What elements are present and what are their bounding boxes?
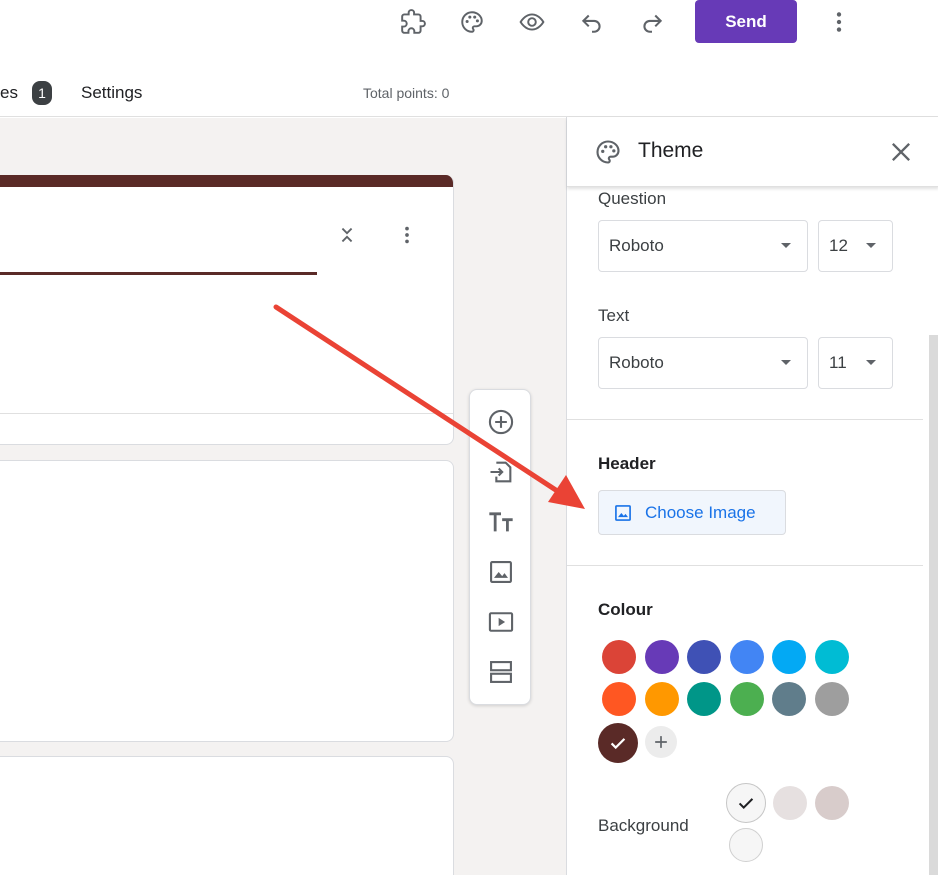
- text-size-select[interactable]: 11: [818, 337, 893, 389]
- redo-icon[interactable]: [636, 6, 668, 38]
- question-font-label: Question: [598, 189, 667, 208]
- undo-icon[interactable]: [576, 6, 608, 38]
- question-font-select[interactable]: Roboto: [598, 220, 808, 272]
- send-button[interactable]: Send: [695, 0, 797, 43]
- colour-section-title: Colour: [598, 600, 653, 619]
- section-divider: [567, 565, 923, 566]
- chevron-down-icon: [781, 360, 791, 365]
- question-card[interactable]: [0, 756, 454, 875]
- total-points-label: Total points: 0: [363, 85, 450, 101]
- background-swatch[interactable]: [773, 786, 807, 820]
- check-icon: [738, 798, 754, 810]
- top-bar: Send es 1 Settings Total points: 0: [0, 0, 938, 117]
- addons-puzzle-icon[interactable]: [397, 6, 429, 38]
- background-swatch[interactable]: [729, 828, 763, 862]
- floating-toolbar: [469, 389, 531, 705]
- responses-count-badge: 1: [32, 81, 52, 105]
- select-value: 12: [829, 236, 848, 255]
- background-swatch-selected[interactable]: [726, 783, 766, 823]
- more-options-icon[interactable]: [823, 6, 855, 38]
- question-size-select[interactable]: 12: [818, 220, 893, 272]
- collapse-icon[interactable]: [333, 221, 361, 249]
- header-section-title: Header: [598, 454, 656, 473]
- tab-settings[interactable]: Settings: [81, 83, 142, 103]
- panel-title: Theme: [638, 139, 704, 162]
- theme-panel-header: Theme: [567, 117, 938, 187]
- image-icon: [615, 505, 631, 521]
- select-value: Roboto: [609, 353, 664, 372]
- colour-swatch-selected[interactable]: [598, 723, 638, 763]
- add-title-icon[interactable]: [484, 505, 518, 539]
- form-canvas: [0, 118, 566, 875]
- title-input-underline: [0, 272, 317, 275]
- choose-image-button[interactable]: Choose Image: [598, 490, 786, 535]
- colour-swatch[interactable]: [729, 682, 764, 716]
- colour-swatch[interactable]: [772, 682, 806, 716]
- text-font-label: Text: [598, 306, 630, 325]
- plus-icon: [655, 736, 667, 748]
- panel-scrollbar[interactable]: [929, 335, 938, 875]
- question-card[interactable]: [0, 460, 454, 742]
- colour-swatch[interactable]: [687, 682, 721, 716]
- choose-image-label: Choose Image: [645, 502, 756, 522]
- colour-swatch[interactable]: [602, 682, 636, 716]
- check-icon: [610, 738, 626, 750]
- palette-icon: [594, 138, 622, 166]
- colour-swatch[interactable]: [729, 640, 764, 674]
- preview-eye-icon[interactable]: [516, 6, 548, 38]
- form-title-card[interactable]: [0, 175, 454, 445]
- card-theme-header-bar: [0, 175, 453, 187]
- import-questions-icon[interactable]: [484, 455, 518, 489]
- colour-swatch[interactable]: [644, 682, 679, 716]
- background-swatch[interactable]: [815, 786, 849, 820]
- text-font-select[interactable]: Roboto: [598, 337, 808, 389]
- card-more-icon[interactable]: [393, 221, 421, 249]
- chevron-down-icon: [866, 243, 876, 248]
- card-divider: [0, 413, 453, 414]
- add-custom-colour-button[interactable]: [645, 726, 677, 758]
- colour-swatch[interactable]: [602, 640, 636, 674]
- add-question-icon[interactable]: [484, 405, 518, 439]
- colour-swatch[interactable]: [814, 640, 849, 674]
- colour-swatch[interactable]: [814, 682, 849, 716]
- colour-swatch[interactable]: [687, 640, 721, 674]
- close-icon[interactable]: [887, 138, 915, 166]
- colour-swatch[interactable]: [644, 640, 679, 674]
- select-value: Roboto: [609, 236, 664, 255]
- add-image-icon[interactable]: [484, 555, 518, 589]
- section-divider: [567, 419, 923, 420]
- colour-swatch[interactable]: [772, 640, 806, 674]
- chevron-down-icon: [781, 243, 791, 248]
- add-video-icon[interactable]: [484, 605, 518, 639]
- background-label: Background: [598, 816, 689, 835]
- tab-responses-partial[interactable]: es: [0, 83, 18, 103]
- select-value: 11: [829, 353, 847, 372]
- add-section-icon[interactable]: [484, 655, 518, 689]
- theme-panel: Theme Question Roboto 12 Text Roboto 11 …: [566, 117, 938, 875]
- palette-icon[interactable]: [456, 6, 488, 38]
- chevron-down-icon: [866, 360, 876, 365]
